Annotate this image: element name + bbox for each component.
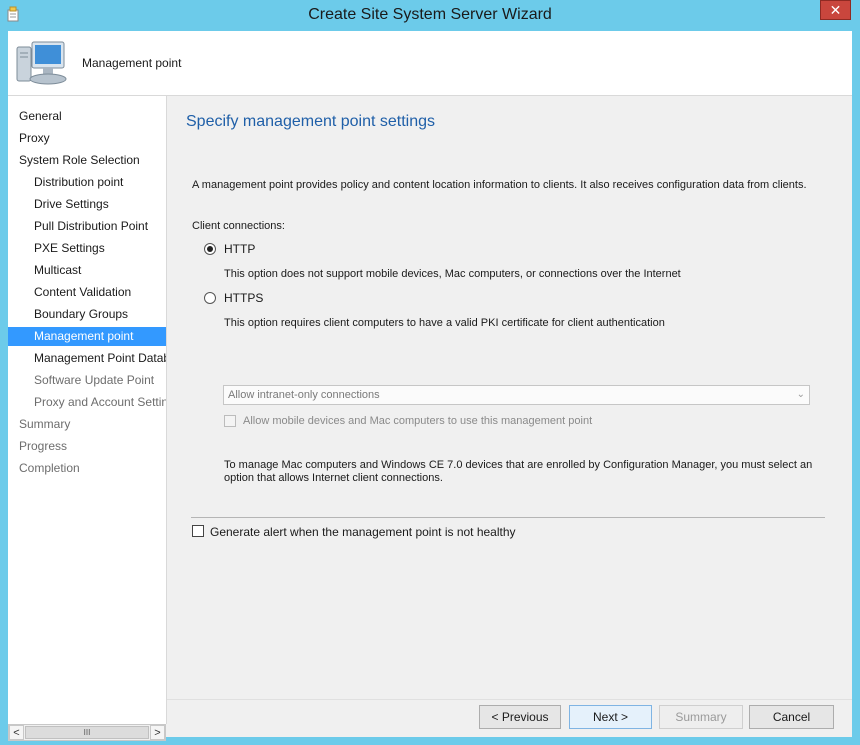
nav-item-summary: Summary <box>19 417 71 431</box>
close-button[interactable]: ✕ <box>820 0 851 20</box>
client-connections-label: Client connections: <box>192 220 285 232</box>
wizard-page: Specify management point settings A mana… <box>167 96 852 737</box>
nav-item-content-validation[interactable]: Content Validation <box>8 283 166 302</box>
summary-button: Summary <box>659 705 743 729</box>
nav-item-proxy-and-account-settings: Proxy and Account Settin <box>34 395 166 409</box>
http-option-note: This option does not support mobile devi… <box>224 268 681 280</box>
nav-item-proxy[interactable]: Proxy <box>8 129 166 148</box>
nav-item-management-point-database[interactable]: Management Point Datab <box>8 349 166 368</box>
nav-item-progress: Progress <box>19 439 68 453</box>
mac-devices-note-line-1: To manage Mac computers and Windows CE 7… <box>224 459 813 471</box>
nav-item-software-update-point: Software Update Point <box>34 373 155 387</box>
scroll-right-button[interactable]: > <box>150 725 165 740</box>
close-icon: ✕ <box>829 2 842 18</box>
https-radio[interactable] <box>204 292 216 304</box>
nav-item-multicast[interactable]: Multicast <box>8 261 166 280</box>
nav-item-system-role-selection[interactable]: System Role Selection <box>8 151 166 170</box>
generate-alert-label[interactable]: Generate alert when the management point… <box>210 525 516 539</box>
nav-item-distribution-point[interactable]: Distribution point <box>8 173 166 192</box>
wizard-header: Management point <box>8 31 852 96</box>
wizard-client-area: Management point General Proxy System Ro… <box>8 31 852 741</box>
page-heading: Specify management point settings <box>186 113 436 130</box>
nav-item-management-point[interactable]: Management point <box>8 327 166 346</box>
nav-item-boundary-groups[interactable]: Boundary Groups <box>8 305 166 324</box>
wizard-step-nav: General Proxy System Role Selection Dist… <box>8 96 167 724</box>
generate-alert-checkbox[interactable] <box>192 525 204 537</box>
cancel-button[interactable]: Cancel <box>749 705 834 729</box>
window-title: Create Site System Server Wizard <box>308 6 552 23</box>
footer-divider <box>167 699 852 700</box>
allow-mobile-devices-checkbox <box>224 415 236 427</box>
nav-horizontal-scrollbar[interactable]: < III > <box>8 724 166 741</box>
mac-devices-note-line-2: option that allows Internet client conne… <box>224 472 443 484</box>
connection-type-select: Allow intranet-only connections ⌄ <box>223 385 810 405</box>
nav-item-general[interactable]: General <box>8 107 166 126</box>
page-description: A management point provides policy and c… <box>192 179 807 191</box>
next-button[interactable]: Next > <box>569 705 652 729</box>
http-radio[interactable] <box>204 243 216 255</box>
https-radio-label[interactable]: HTTPS <box>224 291 263 305</box>
nav-item-drive-settings[interactable]: Drive Settings <box>8 195 166 214</box>
computer-monitor-icon <box>16 41 67 85</box>
chevron-down-icon: ⌄ <box>796 389 805 400</box>
nav-item-pxe-settings[interactable]: PXE Settings <box>8 239 166 258</box>
header-title: Management point <box>82 56 182 70</box>
http-radio-label[interactable]: HTTP <box>224 242 255 256</box>
allow-mobile-devices-label: Allow mobile devices and Mac computers t… <box>243 415 593 427</box>
section-divider <box>191 517 825 518</box>
title-bar[interactable]: Create Site System Server Wizard ✕ <box>0 0 860 30</box>
connection-type-value: Allow intranet-only connections <box>228 389 380 401</box>
scroll-left-button[interactable]: < <box>9 725 24 740</box>
nav-item-pull-distribution-point[interactable]: Pull Distribution Point <box>8 217 166 236</box>
wizard-window: Create Site System Server Wizard ✕ Manag… <box>0 0 860 745</box>
previous-button[interactable]: < Previous <box>479 705 561 729</box>
nav-item-completion: Completion <box>19 461 80 475</box>
https-option-note: This option requires client computers to… <box>224 317 665 329</box>
scroll-thumb[interactable]: III <box>25 726 149 739</box>
